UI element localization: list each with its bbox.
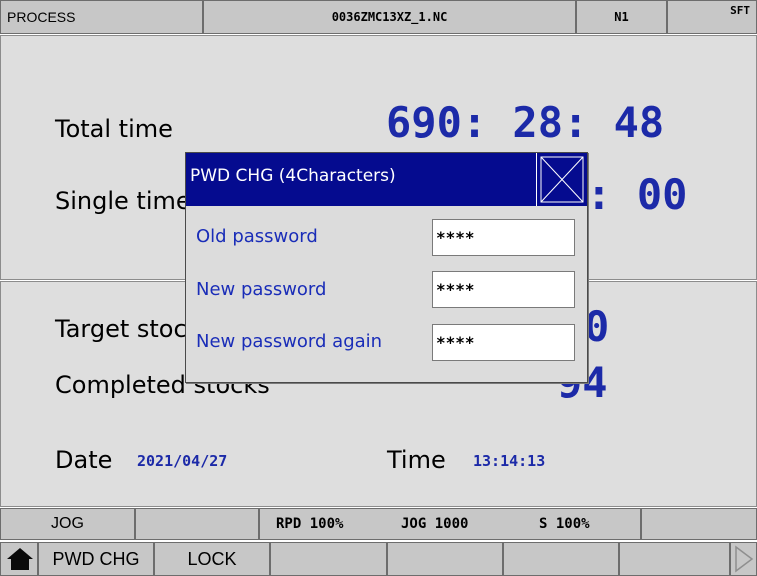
new-password-again-input[interactable]	[432, 324, 575, 361]
old-password-label: Old password	[196, 226, 318, 247]
old-password-input[interactable]	[432, 219, 575, 256]
status-rpd: RPD 100%	[276, 516, 344, 532]
time-label: Time	[387, 446, 446, 474]
status-feed-panel: RPD 100% JOG 1000 S 100%	[259, 508, 641, 540]
new-password-input[interactable]	[432, 271, 575, 308]
home-key[interactable]	[0, 542, 38, 576]
total-time-label: Total time	[55, 115, 173, 143]
status-empty-1	[135, 508, 259, 540]
time-value: 13:14:13	[473, 452, 546, 470]
close-icon	[540, 156, 584, 203]
status-jog: JOG 1000	[401, 516, 469, 532]
header-sequence: N1	[576, 0, 667, 34]
softkey-3[interactable]	[270, 542, 387, 576]
header-shift: SFT	[667, 0, 757, 34]
total-time-value: 690: 28: 48	[386, 98, 665, 147]
softkey-6[interactable]	[619, 542, 730, 576]
dialog-title: PWD CHG (4Characters)	[186, 153, 536, 206]
date-label: Date	[55, 446, 113, 474]
header-mode: PROCESS	[0, 0, 203, 34]
home-icon	[7, 548, 33, 570]
date-value: 2021/04/27	[137, 452, 228, 470]
single-time-label: Single time	[55, 187, 191, 215]
password-change-dialog: PWD CHG (4Characters) Old password New p…	[185, 152, 588, 383]
triangle-right-icon	[735, 545, 754, 573]
softkey-4[interactable]	[387, 542, 503, 576]
status-empty-2	[641, 508, 757, 540]
status-spindle: S 100%	[539, 516, 590, 532]
lock-key[interactable]: LOCK	[154, 542, 270, 576]
dialog-close-button[interactable]	[536, 153, 587, 206]
new-password-label: New password	[196, 279, 327, 300]
status-mode: JOG	[0, 508, 135, 540]
next-page-key[interactable]	[730, 542, 757, 576]
pwd-chg-key[interactable]: PWD CHG	[38, 542, 154, 576]
header-filename: 0036ZMC13XZ_1.NC	[203, 0, 576, 34]
softkey-5[interactable]	[503, 542, 619, 576]
new-password-again-label: New password again	[196, 331, 383, 352]
